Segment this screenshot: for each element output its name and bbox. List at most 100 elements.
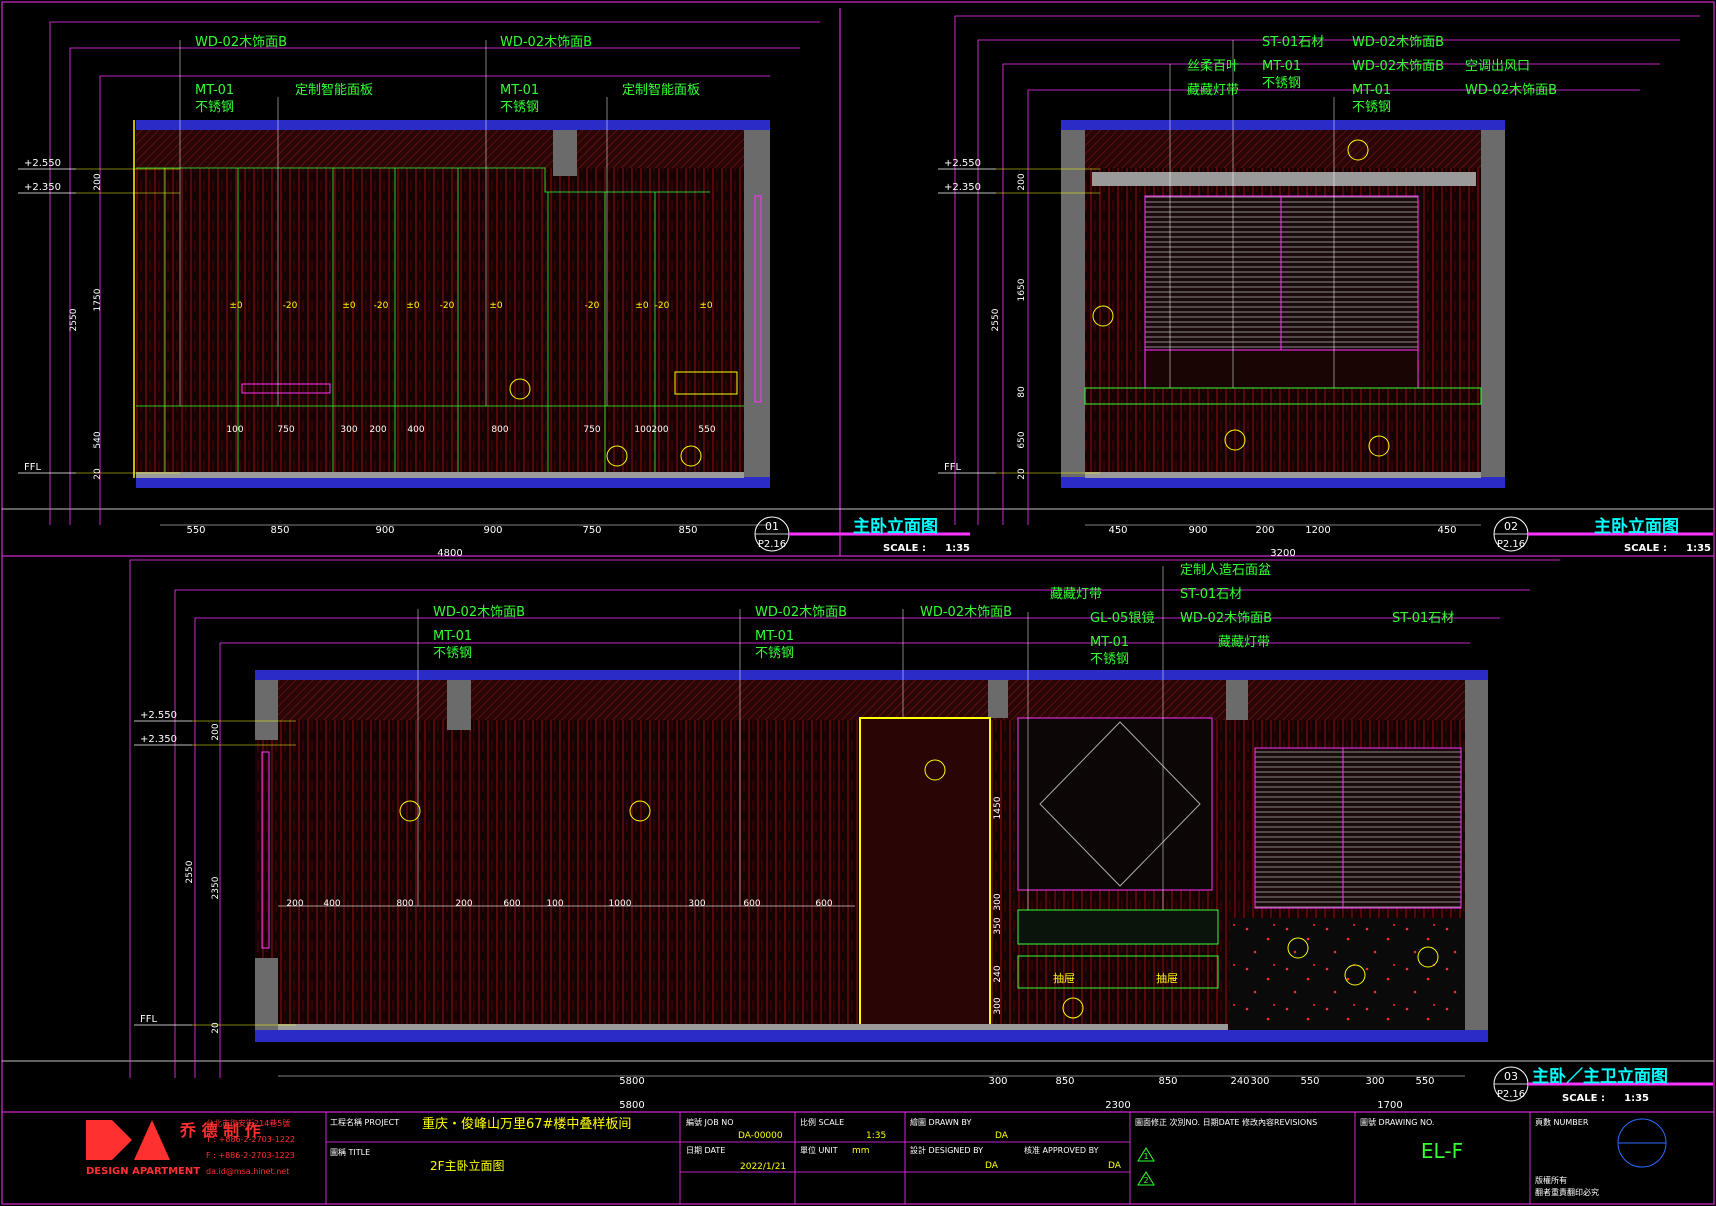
- dimension-label: 900: [483, 525, 502, 536]
- drawing-no: EL-F: [1421, 1139, 1463, 1163]
- dimension-label: 300: [1365, 1076, 1384, 1087]
- dimension-label: 750: [582, 525, 601, 536]
- material-label: MT-01: [1352, 83, 1391, 98]
- revisions-label: 圖面修正 次別NO. 日期DATE 修改內容REVISIONS: [1135, 1117, 1317, 1127]
- material-name: 不锈钢: [500, 100, 539, 115]
- level-label: +2.350: [140, 734, 177, 745]
- material-name: 不锈钢: [755, 646, 794, 661]
- dimension-label: 300: [988, 1076, 1007, 1087]
- date: 2022/1/21: [740, 1162, 786, 1172]
- elevation-number: 01: [765, 520, 779, 533]
- company-name-en: DESIGN APARTMENT: [86, 1166, 200, 1177]
- elevation-number: 03: [1504, 1070, 1518, 1083]
- level-label: FFL: [24, 462, 42, 473]
- page-no-label: 頁數 NUMBER: [1535, 1117, 1589, 1127]
- material-label: WD-02木饰面B: [1352, 59, 1444, 74]
- vertical-dimension: 240: [993, 965, 1003, 982]
- vertical-dimension: 650: [1017, 431, 1027, 448]
- vertical-dimension: 1450: [993, 796, 1003, 819]
- material-name: 不锈钢: [195, 100, 234, 115]
- elevation-sheet: P2.16: [758, 539, 786, 550]
- drawer-label: 抽屉: [1053, 971, 1075, 985]
- level-label: +2.350: [24, 182, 61, 193]
- inner-dimension: 800: [491, 425, 508, 435]
- vertical-dimension: 350: [993, 917, 1003, 934]
- material-label: 丝柔百叶: [1187, 59, 1239, 74]
- material-label: MT-01: [433, 629, 472, 644]
- material-label: GL-05银镜: [1090, 611, 1154, 626]
- elevation-title: 主卧立面图: [1594, 516, 1679, 537]
- company-email: da.id@msa.hinet.net: [206, 1167, 289, 1176]
- dimension-label: 550: [1415, 1076, 1434, 1087]
- inner-dimension: 100: [634, 425, 651, 435]
- total-dimension: 4800: [437, 548, 462, 559]
- material-label: 定制人造石面盆: [1180, 563, 1271, 578]
- vertical-dimension: 540: [93, 431, 103, 448]
- company-fax: F : +886-2-2703-1223: [206, 1151, 295, 1160]
- material-name: 不锈钢: [1090, 652, 1129, 667]
- dimension-label: 450: [1108, 525, 1127, 536]
- panel-marker: -20: [440, 301, 455, 311]
- level-label: +2.550: [944, 158, 981, 169]
- elevation-title: 主卧／主卫立面图: [1532, 1066, 1668, 1087]
- inner-dimension: 800: [396, 899, 413, 909]
- company-address: 台北市復安街214巷5號: [206, 1118, 290, 1128]
- material-label: MT-01: [500, 83, 539, 98]
- vertical-dimension: 200: [93, 173, 103, 190]
- scale-value: 1:35: [945, 543, 970, 554]
- designed-by-label: 設計 DESIGNED BY: [910, 1145, 983, 1155]
- material-label: 藏藏灯带: [1050, 587, 1102, 602]
- material-label: WD-02木饰面B: [195, 35, 287, 50]
- vertical-dimension: 20: [93, 468, 103, 480]
- elevation-02: [954, 15, 1700, 525]
- material-name: 不锈钢: [1352, 100, 1391, 115]
- inner-dimension: 200: [286, 899, 303, 909]
- material-label: ST-01石材: [1180, 587, 1242, 602]
- material-label: WD-02木饰面B: [1352, 35, 1444, 50]
- vertical-dimension: 300: [993, 997, 1003, 1014]
- elevation-sheet: P2.16: [1497, 1089, 1525, 1100]
- panel-marker: -20: [374, 301, 389, 311]
- elevation-title: 主卧立面图: [853, 516, 938, 537]
- total-dimension: 1700: [1377, 1100, 1402, 1111]
- inner-dimension: 200: [455, 899, 472, 909]
- dimension-label: 850: [1158, 1076, 1177, 1087]
- copyright-line-1: 版權所有: [1535, 1175, 1567, 1185]
- vertical-dimension: 20: [211, 1022, 221, 1034]
- vertical-dimension: 80: [1017, 386, 1027, 398]
- panel-marker: ±0: [342, 301, 356, 311]
- company-tel: T : +886-2-2703-1222: [205, 1135, 295, 1144]
- job-no: DA-00000: [738, 1131, 783, 1141]
- dimension-label: 450: [1437, 525, 1456, 536]
- vertical-dimension: 2550: [185, 860, 195, 883]
- dimension-label: 900: [1188, 525, 1207, 536]
- inner-dimension: 600: [743, 899, 760, 909]
- level-label: +2.550: [24, 158, 61, 169]
- material-label: MT-01: [1262, 59, 1301, 74]
- material-name: 不锈钢: [1262, 76, 1301, 91]
- inner-dimension: 300: [688, 899, 705, 909]
- dimension-label: 550: [1300, 1076, 1319, 1087]
- inner-dimension: 400: [407, 425, 424, 435]
- inner-dimension: 550: [698, 425, 715, 435]
- inner-dimension: 750: [277, 425, 294, 435]
- panel-marker: -20: [585, 301, 600, 311]
- dimension-label: 300: [1250, 1076, 1269, 1087]
- level-label: +2.550: [140, 710, 177, 721]
- material-label: WD-02木饰面B: [433, 605, 525, 620]
- panel-marker: ±0: [229, 301, 243, 311]
- drawing-title: 2F主卧立面图: [430, 1158, 505, 1173]
- scale-label: 比例 SCALE: [800, 1117, 844, 1127]
- project-label: 工程名稱 PROJECT: [330, 1117, 399, 1127]
- vertical-dimension: 2550: [991, 308, 1001, 331]
- elevation-03: [129, 559, 1560, 1078]
- drawn-by-label: 繪圖 DRAWN BY: [910, 1117, 971, 1127]
- total-dimension: 5800: [619, 1100, 644, 1111]
- scale-value: 1:35: [866, 1131, 886, 1141]
- dimension-label: 850: [1055, 1076, 1074, 1087]
- vertical-dimension: 2550: [69, 308, 79, 331]
- scale-value: 1:35: [1686, 543, 1711, 554]
- inner-dimension: 750: [583, 425, 600, 435]
- vertical-dimension: 20: [1017, 468, 1027, 480]
- unit-label: 單位 UNIT: [800, 1145, 838, 1155]
